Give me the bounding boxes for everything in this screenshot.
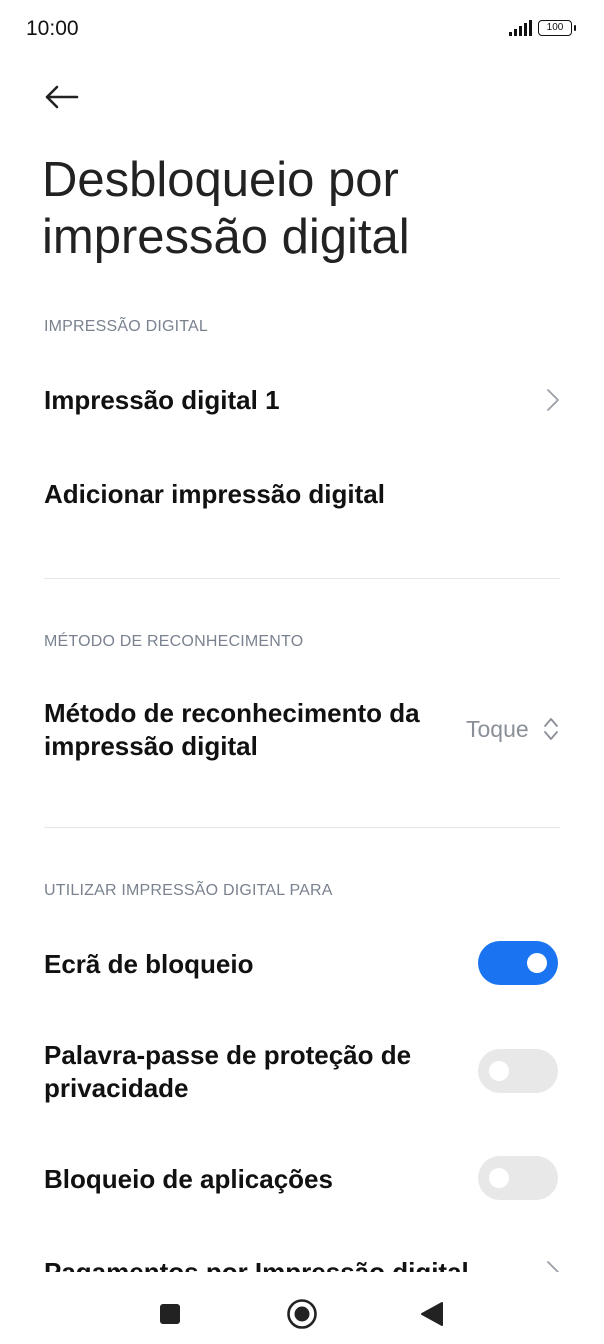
divider xyxy=(44,578,560,579)
signal-icon xyxy=(509,20,532,36)
divider xyxy=(44,827,560,828)
recents-square-icon xyxy=(160,1304,180,1324)
fingerprint-1-label: Impressão digital 1 xyxy=(44,385,280,415)
back-triangle-icon xyxy=(421,1302,443,1326)
recognition-method-label: Método de reconhecimento da impressão di… xyxy=(44,698,420,761)
home-circle-icon xyxy=(287,1299,317,1329)
privacy-password-toggle[interactable] xyxy=(478,1049,558,1093)
app-lock-toggle[interactable] xyxy=(478,1156,558,1200)
toggle-knob xyxy=(527,953,547,973)
section-header-fingerprint: IMPRESSÃO DIGITAL xyxy=(44,318,209,335)
back-button[interactable] xyxy=(38,74,84,120)
status-time: 10:00 xyxy=(26,17,79,40)
add-fingerprint-button[interactable]: Adicionar impressão digital xyxy=(44,478,385,511)
payments-label: Pagamentos por Impressão digital xyxy=(44,1257,469,1272)
chevron-right-icon xyxy=(547,389,559,411)
toggle-knob xyxy=(489,1061,509,1081)
section-header-recognition: MÉTODO DE RECONHECIMENTO xyxy=(44,633,304,650)
home-button[interactable] xyxy=(280,1292,324,1336)
battery-icon: 100 xyxy=(538,20,576,36)
back-nav-button[interactable] xyxy=(410,1292,454,1336)
chevron-up-down-icon xyxy=(544,718,558,740)
app-lock-label: Bloqueio de aplicações xyxy=(44,1164,333,1194)
section-header-use-for: UTILIZAR IMPRESSÃO DIGITAL PARA xyxy=(44,882,333,899)
page-title: Desbloqueio por impressão digital xyxy=(42,153,410,264)
battery-level: 100 xyxy=(546,22,564,33)
recognition-method-value: Toque xyxy=(466,716,529,742)
arrow-left-icon xyxy=(45,85,79,109)
toggle-knob xyxy=(489,1168,509,1188)
lock-screen-toggle[interactable] xyxy=(478,941,558,985)
lock-screen-label: Ecrã de bloqueio xyxy=(44,949,254,979)
recents-button[interactable] xyxy=(148,1292,192,1336)
privacy-password-label: Palavra-passe de proteção de privacidade xyxy=(44,1040,412,1103)
navigation-bar xyxy=(0,1280,604,1344)
payments-row[interactable]: Pagamentos por Impressão digital xyxy=(0,1250,604,1272)
chevron-right-icon xyxy=(547,1261,559,1272)
status-bar: 10:00 100 xyxy=(0,0,604,60)
status-icons: 100 xyxy=(509,20,576,36)
